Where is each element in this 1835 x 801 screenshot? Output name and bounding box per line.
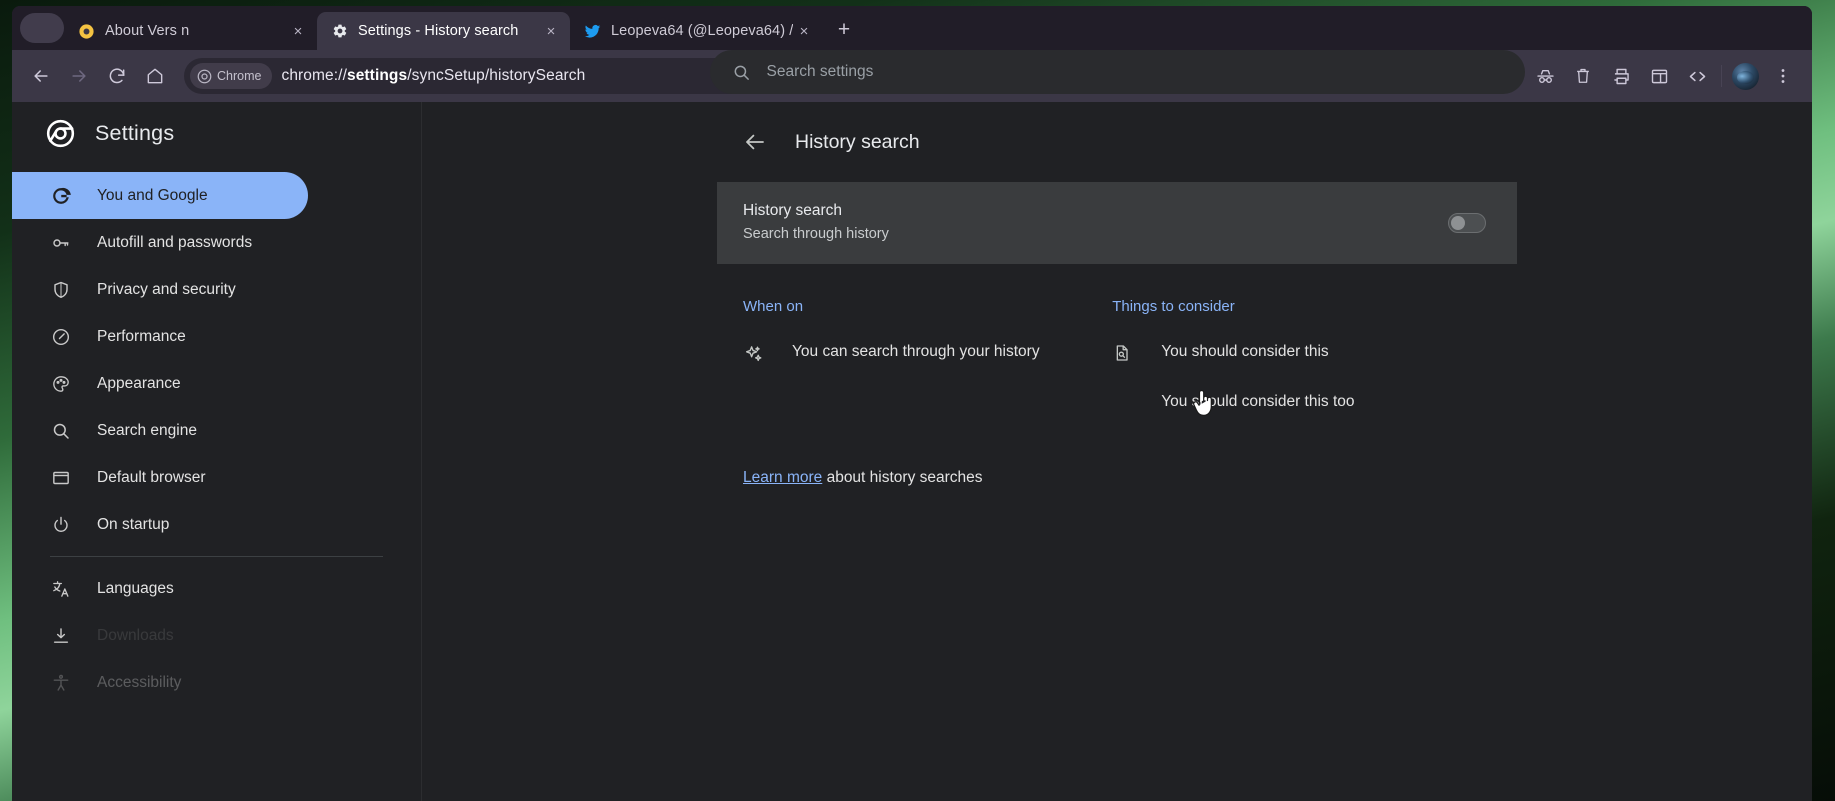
speedometer-icon — [50, 326, 72, 348]
search-icon — [732, 63, 751, 82]
info-section: When on You can search through your hist… — [717, 264, 1517, 442]
sidebar-item-autofill-and-passwords[interactable]: Autofill and passwords — [12, 219, 308, 266]
settings-sidebar: Settings You and Google Autofill and pas… — [12, 102, 422, 801]
sidebar-item-performance[interactable]: Performance — [12, 313, 308, 360]
browser-window-icon — [50, 467, 72, 489]
things-to-consider-heading: Things to consider — [1112, 298, 1491, 315]
toggle-row-subtitle: Search through history — [743, 224, 1448, 246]
tab-strip: About Vers n × Settings - History search… — [12, 6, 1812, 50]
search-placeholder: Search settings — [767, 63, 874, 81]
tab-title: Leopeva64 (@Leopeva64) / Twi — [611, 23, 793, 39]
history-search-toggle[interactable] — [1448, 213, 1486, 233]
sidebar-item-label: Appearance — [97, 375, 181, 393]
sidebar-item-you-and-google[interactable]: You and Google — [12, 172, 308, 219]
sidebar-item-search-engine[interactable]: Search engine — [12, 407, 308, 454]
tab-settings-history-search[interactable]: Settings - History search × — [317, 12, 570, 50]
settings-content: Search settings History search History s… — [422, 102, 1812, 801]
when-on-heading: When on — [743, 298, 1112, 315]
sidebar-item-label: Downloads — [97, 627, 174, 645]
content-column: History search History search Search thr… — [717, 102, 1517, 487]
document-search-icon — [1112, 343, 1134, 365]
sidebar-item-label: Autofill and passwords — [97, 234, 252, 252]
toggle-row-text: History search Search through history — [743, 200, 1448, 246]
forward-button[interactable] — [60, 57, 98, 95]
close-icon[interactable]: × — [287, 20, 309, 42]
sparkle-icon — [743, 343, 765, 365]
browser-window: About Vers n × Settings - History search… — [12, 6, 1812, 801]
palette-icon — [50, 373, 72, 395]
sidebar-divider — [50, 556, 383, 557]
settings-search-row: Search settings — [422, 50, 1812, 94]
search-input[interactable]: Search settings — [710, 50, 1525, 94]
sidebar-item-privacy-and-security[interactable]: Privacy and security — [12, 266, 308, 313]
download-icon — [50, 625, 72, 647]
sidebar-item-label: Privacy and security — [97, 281, 236, 299]
sidebar-item-appearance[interactable]: Appearance — [12, 360, 308, 407]
settings-header: Settings — [12, 102, 421, 165]
when-on-item-text: You can search through your history — [792, 342, 1040, 362]
google-g-icon — [50, 185, 72, 207]
chrome-circle-icon — [78, 23, 95, 40]
chrome-logo-icon — [46, 119, 75, 148]
content-header: History search — [717, 102, 1517, 182]
sidebar-item-languages[interactable]: Languages — [12, 565, 308, 612]
things-to-consider-item-text: You should consider this too — [1161, 392, 1354, 412]
twitter-bird-icon — [584, 23, 601, 40]
back-arrow-icon[interactable] — [743, 130, 767, 154]
gear-icon — [331, 23, 348, 40]
things-to-consider-item-text: You should consider this — [1161, 342, 1328, 362]
things-to-consider-column: Things to consider You should consider t… — [1112, 298, 1491, 442]
close-icon[interactable]: × — [793, 20, 815, 42]
sidebar-item-label: Languages — [97, 580, 174, 598]
home-button[interactable] — [136, 57, 174, 95]
sidebar-item-label: Performance — [97, 328, 186, 346]
sidebar-item-label: Search engine — [97, 422, 197, 440]
tab-twitter-leopeva64[interactable]: Leopeva64 (@Leopeva64) / Twi × — [570, 12, 823, 50]
shield-icon — [50, 279, 72, 301]
settings-page: Settings You and Google Autofill and pas… — [12, 102, 1812, 801]
search-icon — [50, 420, 72, 442]
reload-button[interactable] — [98, 57, 136, 95]
tab-about-version[interactable]: About Vers n × — [64, 12, 317, 50]
chrome-chip: Chrome — [190, 63, 272, 89]
key-icon — [50, 232, 72, 254]
sidebar-item-label: On startup — [97, 516, 169, 534]
tab-title: About Vers n — [105, 23, 287, 39]
learn-more-rest: about history searches — [822, 469, 982, 486]
tab-title: Settings - History search — [358, 23, 540, 39]
sidebar-item-downloads[interactable]: Downloads — [12, 612, 308, 659]
toggle-row-title: History search — [743, 200, 1448, 222]
learn-more-link[interactable]: Learn more — [743, 469, 822, 486]
when-on-column: When on You can search through your hist… — [743, 298, 1112, 442]
things-to-consider-item: You should consider this — [1112, 342, 1491, 365]
sidebar-item-label: Default browser — [97, 469, 206, 487]
close-icon[interactable]: × — [540, 20, 562, 42]
sidebar-item-accessibility[interactable]: Accessibility — [12, 659, 308, 706]
content-title: History search — [795, 131, 920, 154]
tab-search-button[interactable] — [20, 13, 64, 43]
translate-icon — [50, 578, 72, 600]
sidebar-item-label: Accessibility — [97, 674, 181, 692]
page-title: Settings — [95, 121, 174, 146]
when-on-item: You can search through your history — [743, 342, 1112, 365]
history-search-toggle-row[interactable]: History search Search through history — [717, 182, 1517, 264]
back-button[interactable] — [22, 57, 60, 95]
chrome-logo-icon — [197, 69, 212, 84]
toggle-knob — [1451, 216, 1465, 230]
accessibility-icon — [50, 672, 72, 694]
settings-nav-list: You and Google Autofill and passwords Pr… — [12, 165, 421, 706]
sidebar-item-default-browser[interactable]: Default browser — [12, 454, 308, 501]
new-tab-button[interactable]: + — [829, 15, 859, 45]
power-icon — [50, 514, 72, 536]
learn-more-row: Learn more about history searches — [717, 442, 1517, 487]
things-to-consider-item: You should consider this too — [1112, 392, 1491, 415]
sidebar-item-label: You and Google — [97, 187, 208, 205]
sidebar-item-on-startup[interactable]: On startup — [12, 501, 308, 548]
chrome-chip-label: Chrome — [217, 69, 261, 83]
